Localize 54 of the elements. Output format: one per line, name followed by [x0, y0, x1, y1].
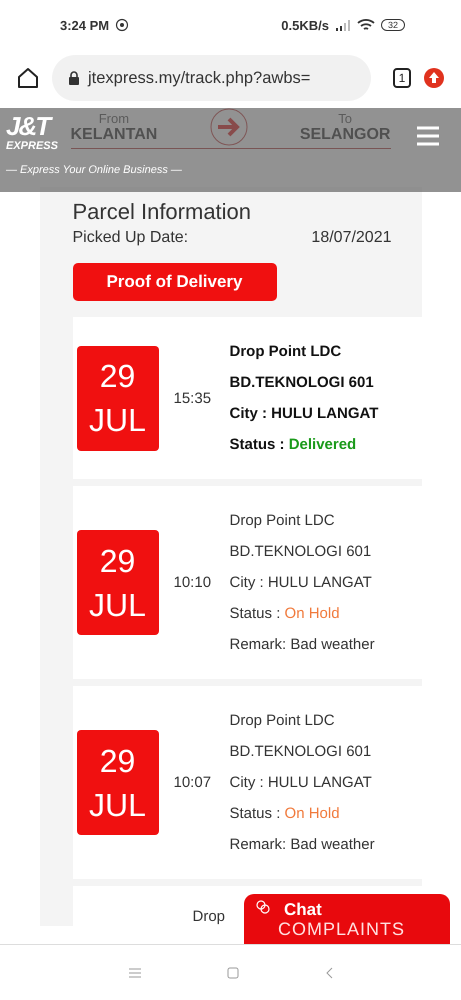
status-value: On Hold: [284, 605, 340, 622]
remark-text: Remark: Bad weather: [230, 636, 375, 653]
status-value: Delivered: [288, 436, 356, 453]
chat-button[interactable]: Chat COMPLAINTS: [244, 894, 450, 944]
place-text: Drop Point LDC: [230, 343, 342, 360]
picked-up-label: Picked Up Date:: [72, 229, 188, 247]
home-icon[interactable]: [16, 66, 40, 90]
notification-icon: [115, 18, 130, 32]
day-number: 29: [100, 357, 136, 396]
month-name: JUL: [89, 586, 146, 624]
square-icon[interactable]: [226, 967, 238, 979]
network-speed: 0.5KB/s: [281, 18, 329, 32]
place-text: Drop: [192, 908, 226, 925]
city-text: City : HULU LANGAT: [230, 405, 378, 422]
status-label: Status :: [230, 805, 282, 822]
battery-level: 32: [380, 19, 405, 31]
status-time: 3:24 PM: [60, 18, 110, 32]
city-text: City : HULU LANGAT: [230, 774, 373, 791]
lock-icon: [68, 71, 80, 85]
event-time: 10:07: [174, 774, 212, 791]
event-time: 10:10: [174, 574, 212, 591]
address-bar[interactable]: jtexpress.my/track.php?awbs=: [52, 55, 371, 101]
logo-text: J&T: [6, 112, 50, 140]
branch-text: BD.TEKNOLOGI 601: [230, 374, 375, 391]
status-value: On Hold: [284, 805, 340, 822]
tagline: — Express Your Online Business —: [6, 164, 182, 176]
chat-icon: [256, 900, 270, 914]
proof-of-delivery-button[interactable]: Proof of Delivery: [72, 263, 276, 301]
day-number: 29: [100, 742, 136, 780]
back-icon[interactable]: [324, 967, 332, 979]
to-state: SELANGOR: [300, 126, 390, 144]
branch-text: BD.TEKNOLOGI 601: [230, 743, 372, 760]
upload-icon[interactable]: [423, 67, 445, 89]
wifi-icon: [356, 18, 375, 32]
month-name: JUL: [89, 401, 146, 440]
event-time: 15:35: [174, 390, 212, 406]
menu-icon[interactable]: [128, 968, 140, 978]
from-label: From: [98, 110, 130, 126]
section-title: Parcel Information: [72, 199, 252, 225]
month-name: JUL: [89, 786, 146, 824]
from-state: KELANTAN: [70, 126, 158, 144]
to-label: To: [338, 110, 352, 126]
remark-text: Remark: Bad weather: [230, 836, 375, 853]
tab-count-button[interactable]: 1: [393, 68, 411, 88]
status-label: Status :: [230, 436, 286, 453]
branch-text: BD.TEKNOLOGI 601: [230, 543, 372, 560]
signal-icon: [334, 19, 351, 31]
city-text: City : HULU LANGAT: [230, 574, 373, 591]
status-label: Status :: [230, 605, 282, 622]
picked-up-date: 18/07/2021: [311, 229, 392, 247]
place-text: Drop Point LDC: [230, 712, 336, 729]
day-number: 29: [100, 542, 136, 580]
place-text: Drop Point LDC: [230, 512, 336, 529]
logo-subtext: EXPRESS: [6, 140, 58, 153]
